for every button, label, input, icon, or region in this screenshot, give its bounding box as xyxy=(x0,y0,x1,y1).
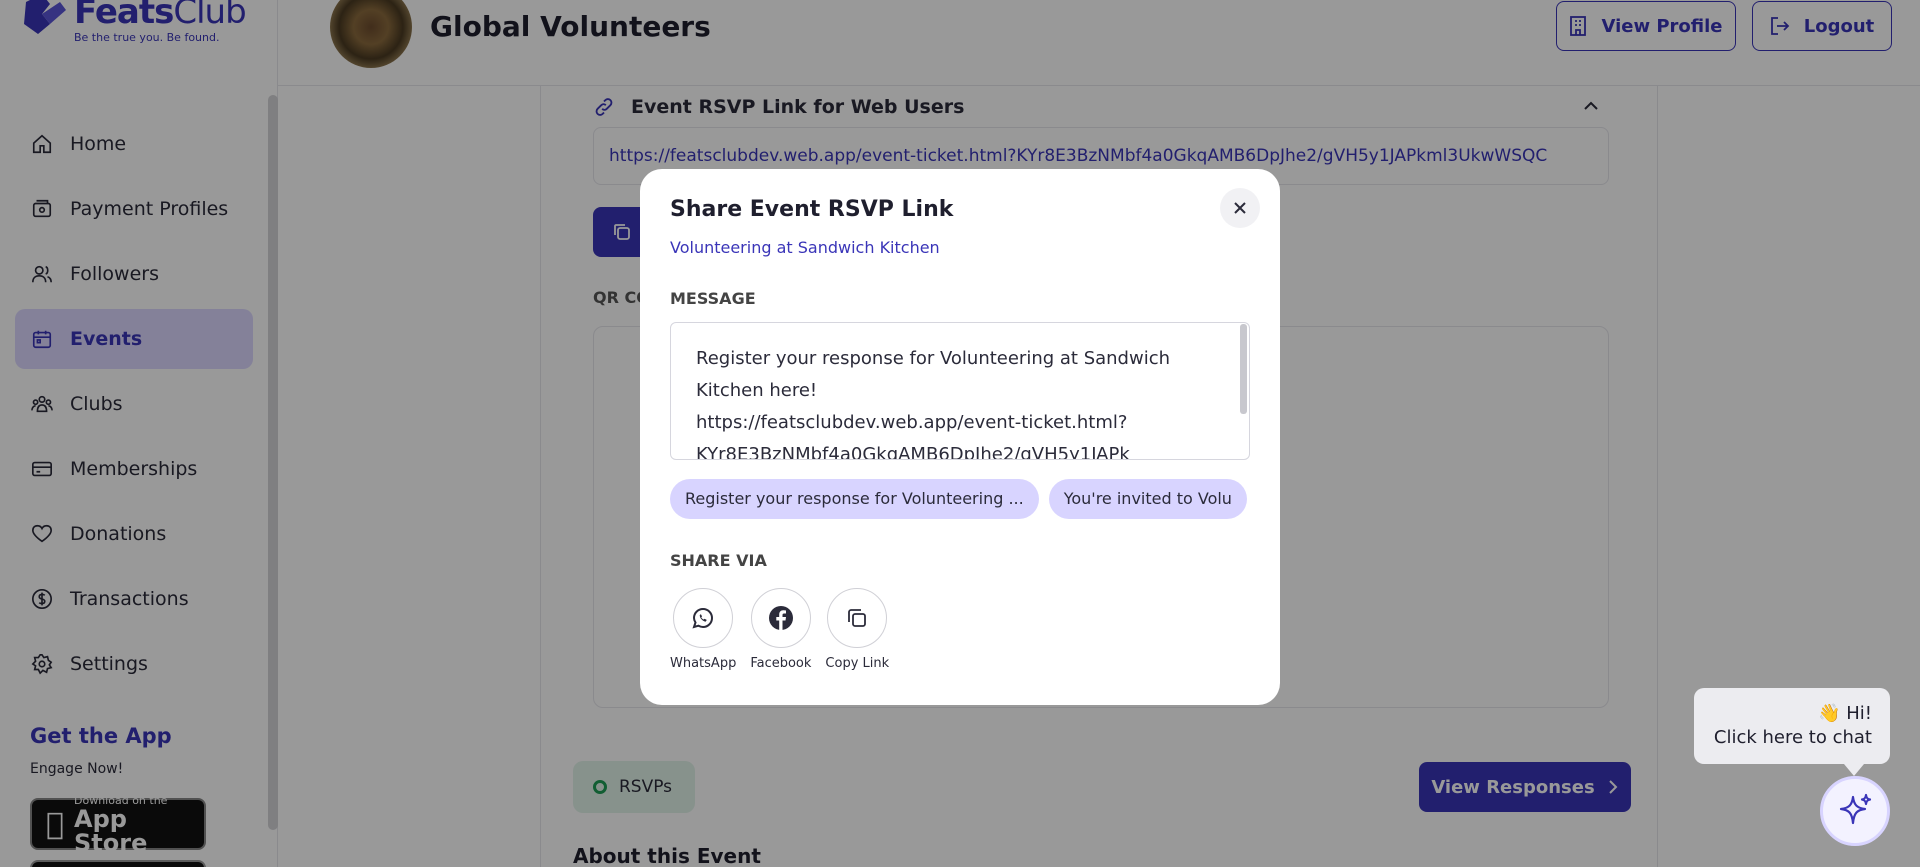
share-facebook[interactable]: Facebook xyxy=(750,588,811,671)
message-line: KYr8E3BzNMbf4a0GkqAMB6DpJhe2/gVH5y1JAPk xyxy=(696,444,1130,460)
close-icon xyxy=(1234,202,1246,214)
message-scrollbar[interactable] xyxy=(1240,324,1247,414)
close-button[interactable] xyxy=(1220,188,1260,228)
message-line: Kitchen here! xyxy=(696,380,818,401)
message-line: Register your response for Volunteering … xyxy=(696,348,1171,369)
chat-launcher-button[interactable] xyxy=(1820,776,1890,846)
chat-greeting: 👋 Hi! xyxy=(1818,703,1872,724)
share-whatsapp[interactable]: WhatsApp xyxy=(670,588,736,671)
share-option-label: Copy Link xyxy=(825,656,890,671)
message-template-chips: Register your response for Volunteering … xyxy=(670,479,1250,521)
template-chip[interactable]: You're invited to Volu xyxy=(1048,479,1247,519)
message-line: https://featsclubdev.web.app/event-ticke… xyxy=(696,412,1128,433)
share-option-label: Facebook xyxy=(750,656,812,671)
chat-prompt: Click here to chat xyxy=(1713,727,1872,748)
share-copy-link[interactable]: Copy Link xyxy=(825,588,889,671)
share-via-label: SHARE VIA xyxy=(670,551,767,570)
share-rsvp-modal: Share Event RSVP Link Volunteering at Sa… xyxy=(640,169,1280,705)
share-option-label: WhatsApp xyxy=(670,656,737,671)
share-options: WhatsApp Facebook Copy Link xyxy=(670,588,903,671)
modal-subtitle: Volunteering at Sandwich Kitchen xyxy=(670,238,940,257)
facebook-icon xyxy=(768,606,793,630)
message-textarea[interactable]: Register your response for Volunteering … xyxy=(670,322,1250,460)
share-whatsapp-button[interactable] xyxy=(673,588,734,648)
template-chip[interactable]: Register your response for Volunteering … xyxy=(670,479,1039,519)
message-label: MESSAGE xyxy=(670,289,756,308)
share-facebook-button[interactable] xyxy=(750,588,811,648)
chat-greeting-bubble[interactable]: 👋 Hi! Click here to chat xyxy=(1694,688,1890,776)
modal-title: Share Event RSVP Link xyxy=(670,197,954,222)
whatsapp-icon xyxy=(692,607,714,629)
sparkle-icon xyxy=(1839,793,1872,825)
copy-icon xyxy=(848,609,867,627)
share-copy-link-button[interactable] xyxy=(827,588,888,648)
